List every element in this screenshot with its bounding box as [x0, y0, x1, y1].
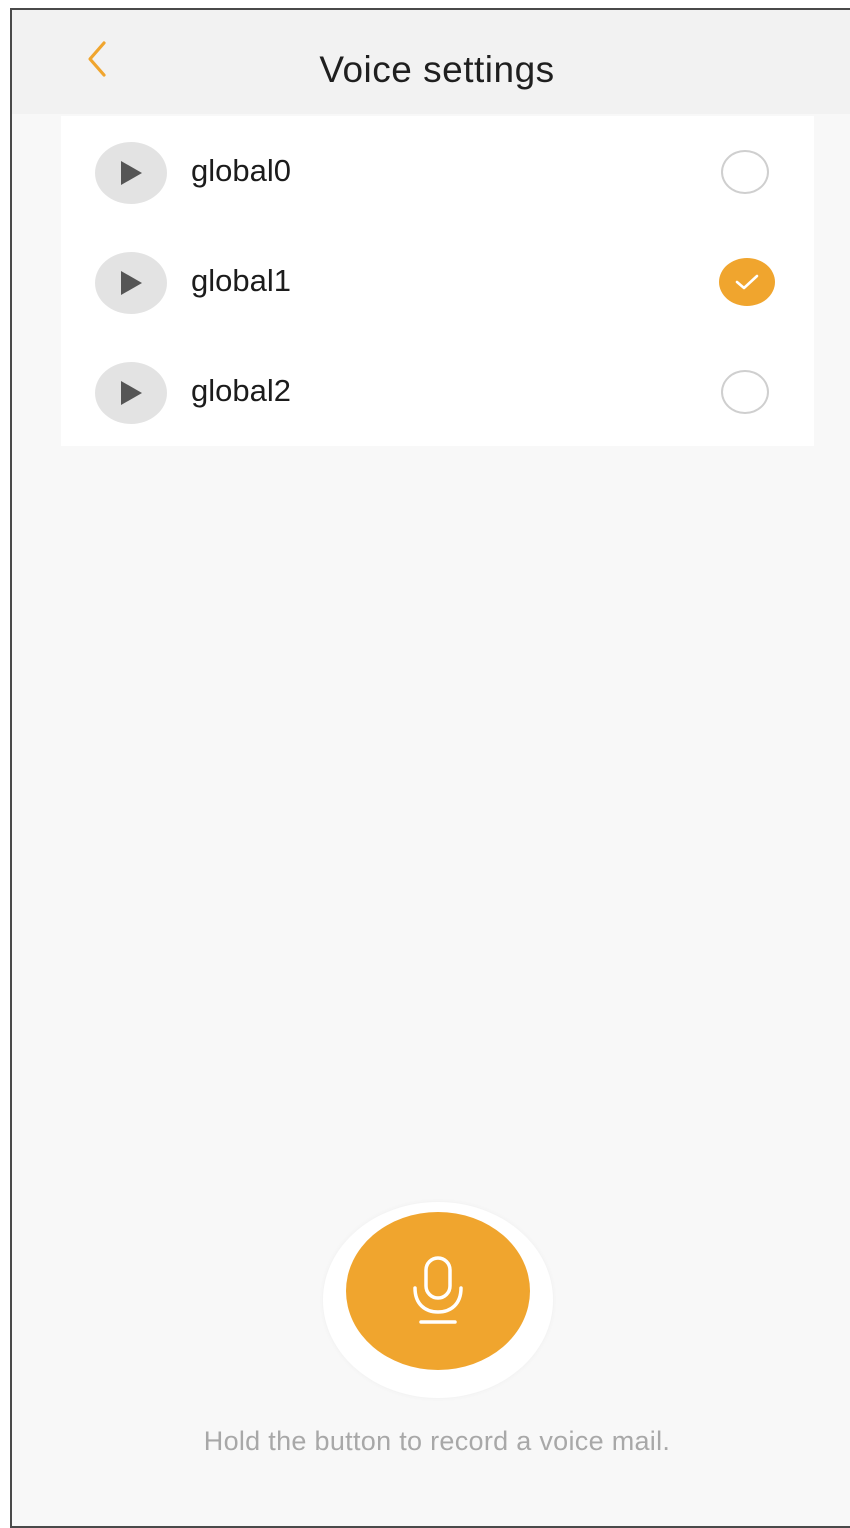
radio-unchecked-icon[interactable]	[721, 150, 769, 194]
voice-option-global0[interactable]: global0	[61, 116, 814, 226]
record-button[interactable]	[346, 1212, 530, 1370]
record-hint-text: Hold the button to record a voice mail.	[203, 1426, 671, 1456]
app-screen: Voice settings global0 global1 global2 H…	[10, 8, 850, 1528]
play-button[interactable]	[95, 252, 167, 314]
play-icon	[121, 271, 142, 295]
voice-option-global2[interactable]: global2	[61, 336, 814, 446]
play-button[interactable]	[95, 142, 167, 204]
voice-option-global1[interactable]: global1	[61, 226, 814, 336]
voice-list: global0 global1 global2	[61, 116, 814, 446]
voice-label: global1	[191, 263, 291, 298]
voice-label: global0	[191, 153, 291, 188]
radio-unchecked-icon[interactable]	[721, 370, 769, 414]
voice-label: global2	[191, 373, 291, 408]
radio-checked[interactable]	[719, 258, 775, 306]
play-icon	[121, 381, 142, 405]
play-button[interactable]	[95, 362, 167, 424]
microphone-icon	[413, 1256, 463, 1324]
checkmark-icon	[735, 274, 759, 290]
play-icon	[121, 161, 142, 185]
page-title: Voice settings	[319, 49, 555, 90]
